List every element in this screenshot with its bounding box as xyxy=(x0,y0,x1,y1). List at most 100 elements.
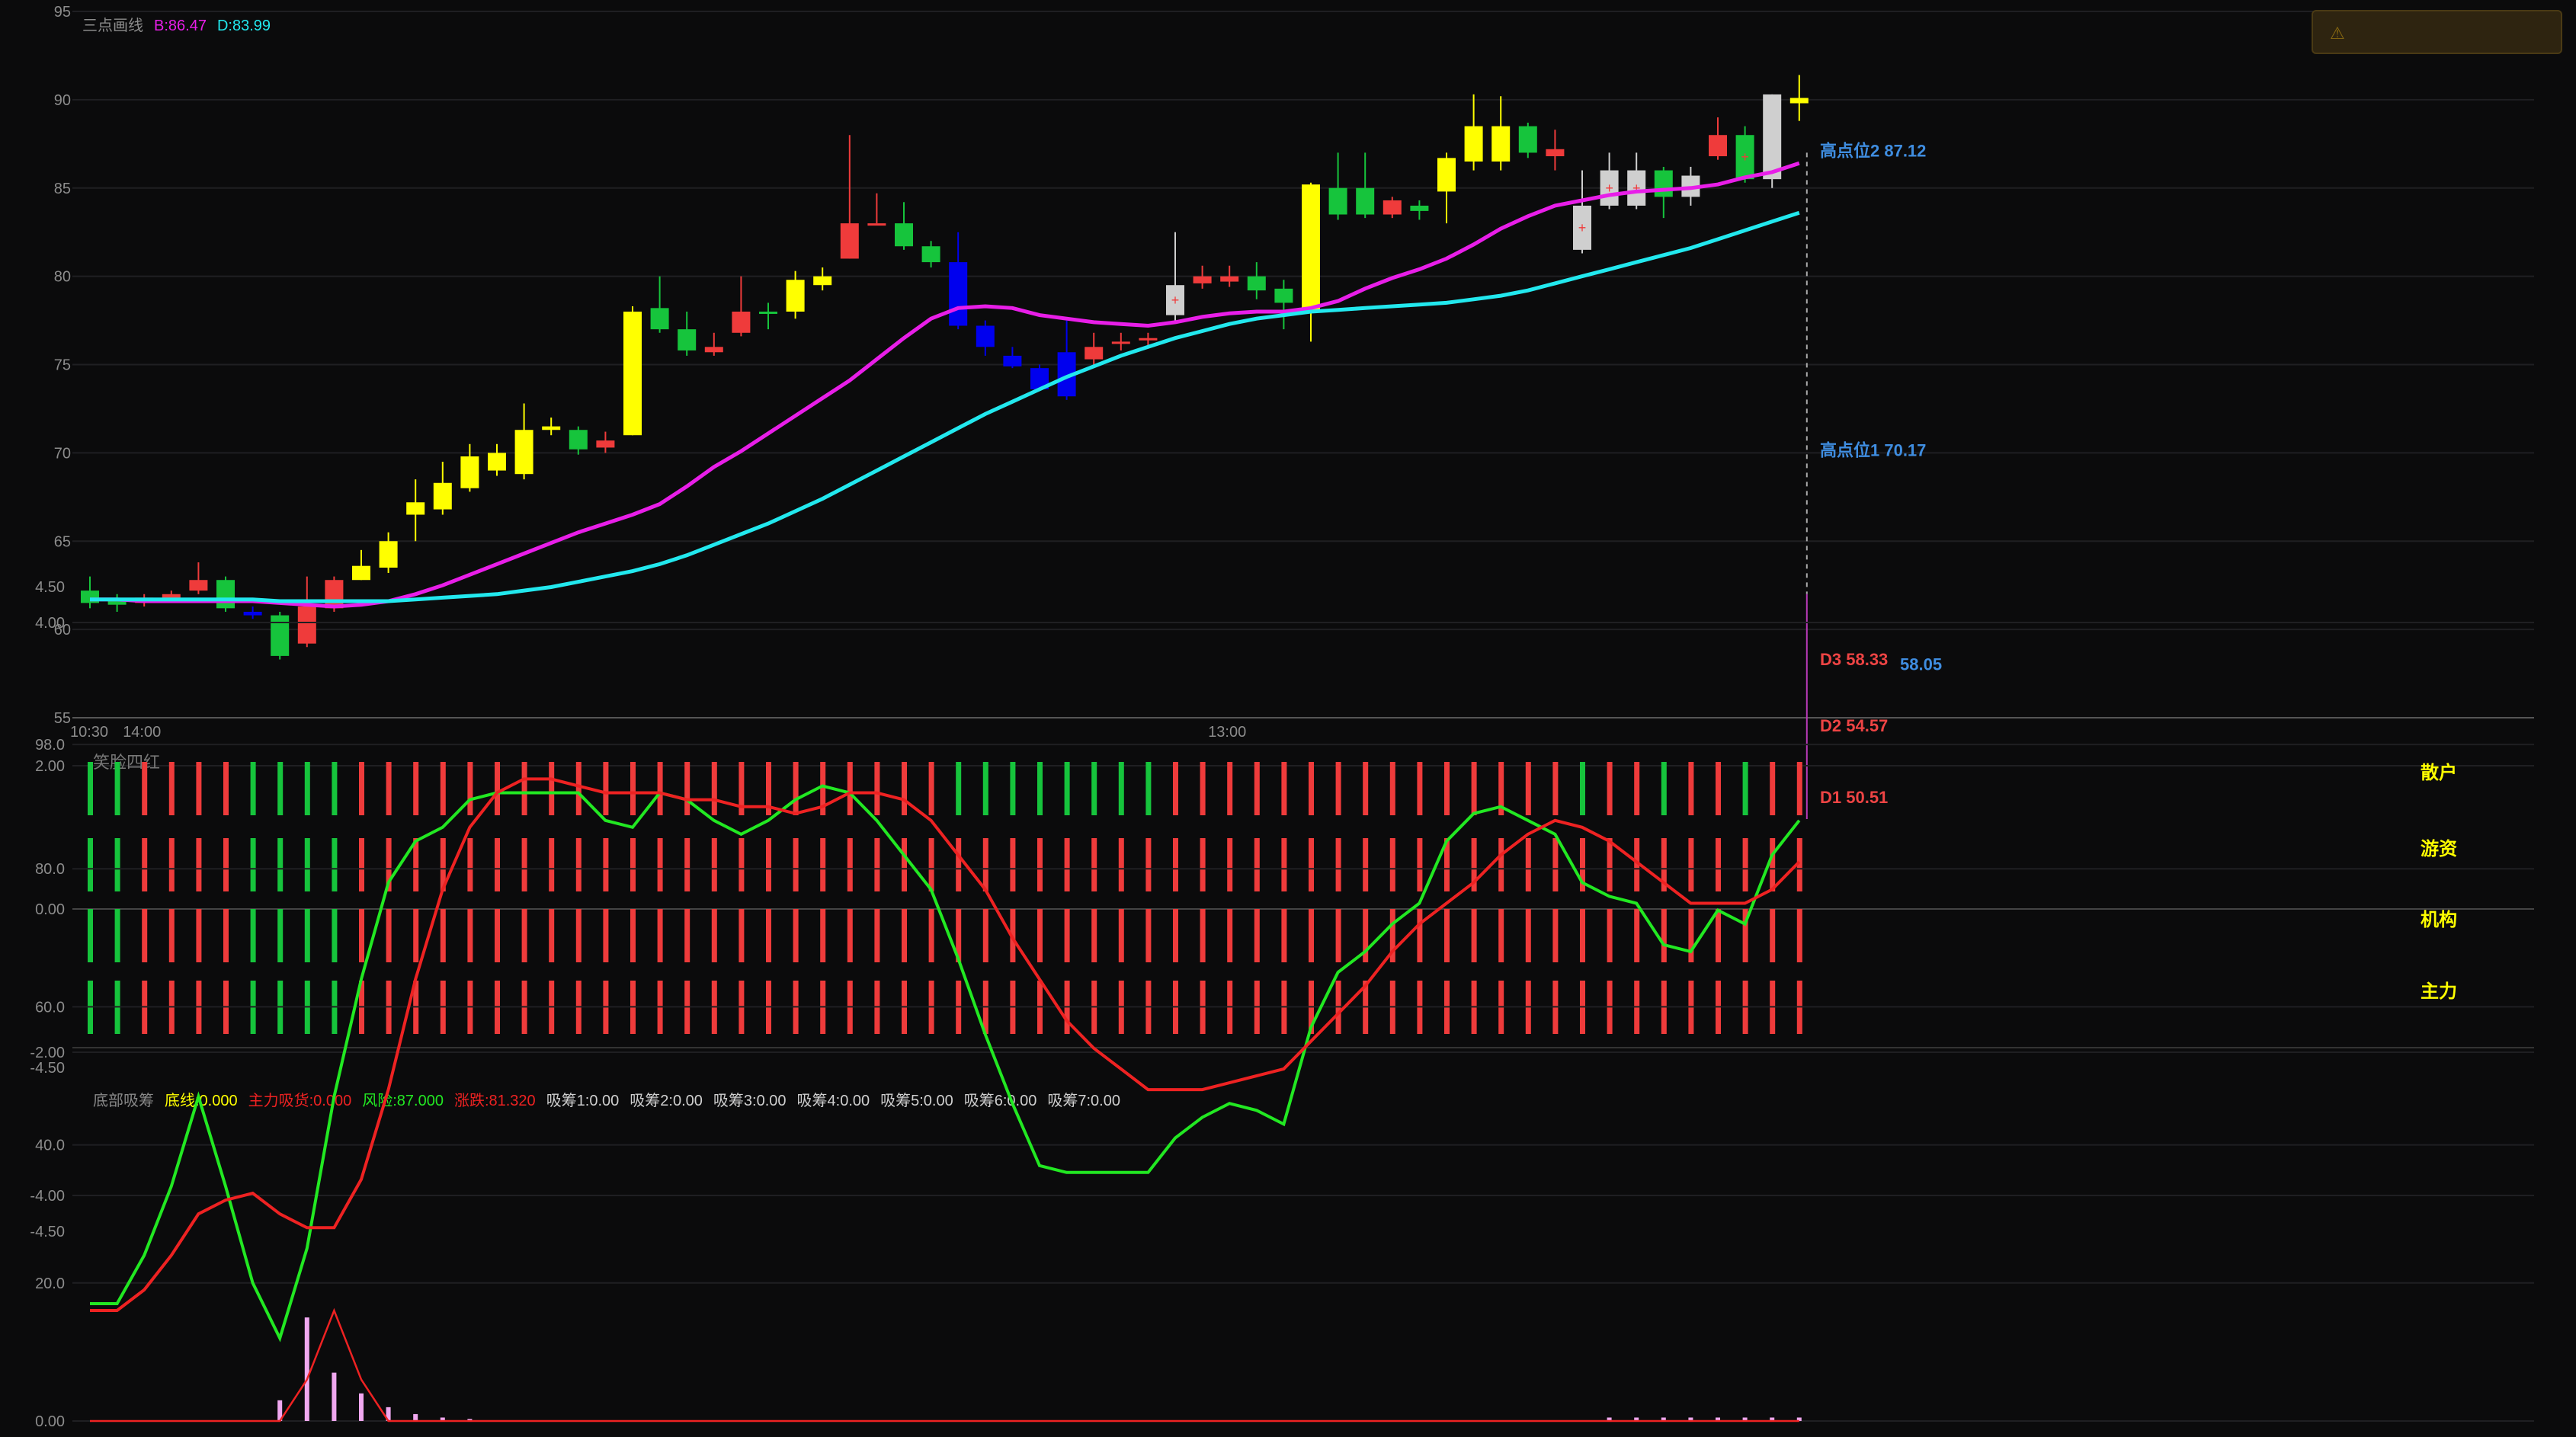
candle-body xyxy=(596,440,615,448)
signal-bar xyxy=(440,909,446,962)
candle-body xyxy=(433,482,452,510)
signal-bar xyxy=(1688,762,1694,815)
signal-bar xyxy=(711,909,717,962)
absorb-bar xyxy=(332,1372,337,1421)
signal-bar xyxy=(304,762,310,815)
signal-bar xyxy=(1091,838,1097,891)
time-axis-label: 10:30 xyxy=(70,724,108,741)
candle-body xyxy=(542,426,561,430)
candle-body xyxy=(271,615,290,656)
signal-bar xyxy=(1064,909,1070,962)
price-level-label: 高点位1 70.17 xyxy=(1820,440,1926,459)
row-label: 散户 xyxy=(2421,762,2457,783)
signal-bar xyxy=(413,909,419,962)
study-legend-item: 吸筹2:0.00 xyxy=(630,1092,703,1109)
signal-bar xyxy=(1037,909,1043,962)
signal-bar xyxy=(521,762,527,815)
candle-body xyxy=(1356,187,1375,215)
study-title: 底部吸筹 xyxy=(93,1092,154,1109)
candle-body xyxy=(1274,288,1293,303)
signal-bar xyxy=(495,838,500,891)
candle-body xyxy=(1247,276,1266,291)
signal-bar xyxy=(1552,838,1559,891)
signal-bar xyxy=(1173,838,1178,891)
signal-bar xyxy=(1118,909,1124,962)
price-tick-label: 75 xyxy=(54,357,71,374)
signal-bar xyxy=(657,909,663,962)
signal-bar xyxy=(196,909,202,962)
signal-bar xyxy=(575,838,582,891)
candle-body xyxy=(1763,94,1782,180)
signal-bar xyxy=(521,838,527,891)
signal-bar xyxy=(1145,762,1152,815)
candle-body xyxy=(840,223,859,259)
study-legend-item: 吸筹6:0.00 xyxy=(964,1092,1037,1109)
signal-bar xyxy=(467,762,473,815)
candle-body xyxy=(949,262,968,326)
price-tick-label: 95 xyxy=(54,4,71,21)
signal-bar xyxy=(1580,762,1585,815)
candle-body xyxy=(379,541,398,568)
signal-bar xyxy=(874,838,880,891)
study-legend-item: 吸筹4:0.00 xyxy=(797,1092,870,1109)
signal-bar xyxy=(332,838,338,891)
study-line xyxy=(90,1307,1799,1423)
indicator-tick-label: -4.50 xyxy=(30,1060,65,1077)
signal-bar xyxy=(1634,762,1640,815)
absorb-bar xyxy=(413,1413,418,1421)
signal-bar xyxy=(739,838,745,891)
candle-body xyxy=(1193,276,1212,283)
warning-notice[interactable]: ⚠ xyxy=(2312,10,2562,54)
signal-bar xyxy=(304,909,310,962)
candle-body xyxy=(243,611,262,616)
signal-bar xyxy=(1335,762,1341,815)
candle-body xyxy=(1220,276,1239,282)
signal-bar xyxy=(711,838,717,891)
signal-bar xyxy=(982,762,988,815)
signal-bar xyxy=(1309,909,1314,962)
cross-mark: + xyxy=(1741,149,1749,165)
signal-bar xyxy=(142,762,148,815)
signal-bar xyxy=(332,909,338,962)
signal-bar xyxy=(223,762,229,815)
study-tick-label: 20.0 xyxy=(35,1275,65,1292)
signal-bar xyxy=(575,762,582,815)
signal-bar xyxy=(1525,909,1531,962)
signal-bar xyxy=(766,909,771,962)
signal-bar xyxy=(1661,762,1667,815)
signal-bar xyxy=(575,909,582,962)
candle-body xyxy=(216,580,235,609)
signal-bar xyxy=(359,838,364,891)
price-level-label: D2 54.57 xyxy=(1820,716,1888,735)
signal-bar xyxy=(928,762,934,815)
signal-bar xyxy=(1661,909,1667,962)
signal-bar xyxy=(1552,762,1559,815)
signal-bar xyxy=(820,838,826,891)
signal-bar xyxy=(549,838,555,891)
signal-bar xyxy=(630,762,636,815)
signal-bar xyxy=(250,909,256,962)
study-legend-item: 吸筹7:0.00 xyxy=(1047,1092,1120,1109)
signal-bar xyxy=(440,762,446,815)
candle-body xyxy=(488,453,506,471)
signal-bar xyxy=(847,762,853,815)
signal-bar xyxy=(603,909,609,962)
candle-body xyxy=(813,276,832,286)
price-legend-item: B:86.47 xyxy=(154,18,207,34)
candle-body xyxy=(1302,184,1320,312)
signal-bar xyxy=(630,838,636,891)
signal-bar xyxy=(1417,909,1423,962)
signal-bar xyxy=(250,838,256,891)
candle-body xyxy=(352,565,370,581)
signal-bar xyxy=(304,838,310,891)
signal-bar xyxy=(1145,909,1152,962)
candle-body xyxy=(460,456,479,488)
absorb-bar xyxy=(359,1393,364,1421)
signal-bar xyxy=(1525,762,1531,815)
price-tick-label: 70 xyxy=(54,445,71,462)
signal-bar xyxy=(196,762,202,815)
signal-bar xyxy=(114,762,120,815)
candle-body xyxy=(1437,158,1456,192)
signal-bar xyxy=(223,909,229,962)
study-tick-label: 98.0 xyxy=(35,737,65,754)
